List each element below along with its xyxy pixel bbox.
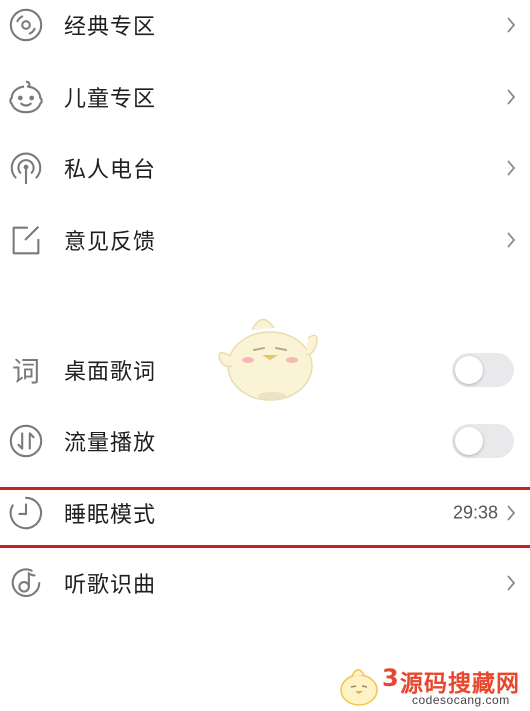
menu-item-feedback[interactable]: 意见反馈 bbox=[0, 205, 530, 275]
watermark-number: 3 bbox=[382, 664, 399, 692]
chevron-right-icon bbox=[506, 159, 516, 177]
menu-item-label: 桌面歌词 bbox=[64, 360, 157, 385]
watermark-url: codesocang.com bbox=[412, 693, 510, 707]
watermark-logo: 3 源码搜藏网 codesocang.com bbox=[330, 660, 530, 711]
toggle-knob bbox=[455, 427, 483, 455]
timer-clock-icon bbox=[6, 493, 46, 533]
menu-item-label: 意见反馈 bbox=[64, 230, 157, 255]
menu-item-label: 流量播放 bbox=[64, 431, 157, 456]
data-traffic-icon bbox=[6, 421, 46, 461]
lyrics-icon-glyph: 词 bbox=[11, 355, 40, 388]
chevron-right-icon bbox=[506, 504, 516, 522]
menu-item-data-playback[interactable]: 流量播放 bbox=[0, 406, 530, 476]
radio-broadcast-icon bbox=[6, 148, 46, 188]
chevron-right-icon bbox=[506, 231, 516, 249]
toggle-knob bbox=[455, 356, 483, 384]
watermark-mascot-icon bbox=[340, 669, 378, 706]
chevron-right-icon bbox=[506, 574, 516, 592]
data-playback-toggle[interactable] bbox=[452, 424, 514, 458]
menu-item-label: 听歌识曲 bbox=[64, 573, 157, 598]
edit-note-icon bbox=[6, 220, 46, 260]
sleep-timer-value: 29:38 bbox=[452, 502, 498, 523]
lyrics-icon: 词 bbox=[6, 350, 46, 390]
menu-item-radio[interactable]: 私人电台 bbox=[0, 133, 530, 203]
desktop-lyrics-toggle[interactable] bbox=[452, 353, 514, 387]
menu-item-kids[interactable]: 儿童专区 bbox=[0, 62, 530, 132]
menu-item-label: 儿童专区 bbox=[64, 87, 157, 112]
music-note-icon bbox=[6, 563, 46, 603]
menu-item-sleep-mode[interactable]: 睡眠模式 29:38 bbox=[0, 478, 530, 548]
vinyl-disc-icon bbox=[6, 5, 46, 45]
chevron-right-icon bbox=[506, 88, 516, 106]
menu-item-label: 私人电台 bbox=[64, 158, 157, 183]
menu-item-classic[interactable]: 经典专区 bbox=[0, 0, 530, 60]
menu-item-song-recognition[interactable]: 听歌识曲 bbox=[0, 548, 530, 618]
menu-item-label: 经典专区 bbox=[64, 15, 157, 40]
chevron-right-icon bbox=[506, 16, 516, 34]
menu-item-label: 睡眠模式 bbox=[64, 503, 157, 528]
child-face-icon bbox=[6, 77, 46, 117]
menu-item-desktop-lyrics[interactable]: 词 桌面歌词 bbox=[0, 335, 530, 405]
